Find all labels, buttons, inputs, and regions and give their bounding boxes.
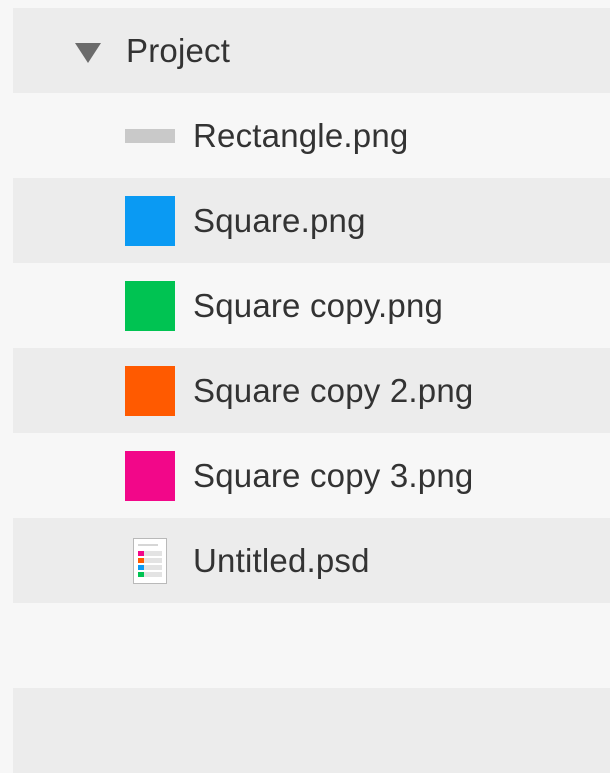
file-name: Rectangle.png [193, 116, 409, 154]
tree-row-empty [13, 688, 610, 773]
project-label: Project [126, 31, 231, 69]
psd-document-icon [125, 536, 175, 586]
file-name: Square.png [193, 201, 366, 239]
file-name: Untitled.psd [193, 541, 370, 579]
square-thumbnail-icon [125, 365, 175, 416]
file-name: Square copy 2.png [193, 371, 474, 409]
tree-row-file[interactable]: Square copy.png [13, 263, 610, 348]
file-tree: Project Rectangle.png Square.png Square … [13, 8, 610, 773]
tree-row-file[interactable]: Square copy 3.png [13, 433, 610, 518]
tree-row-file[interactable]: Square copy 2.png [13, 348, 610, 433]
file-name: Square copy.png [193, 286, 444, 324]
square-thumbnail-icon [125, 280, 175, 331]
disclosure-triangle-down-icon[interactable] [75, 42, 101, 63]
file-name: Square copy 3.png [193, 456, 474, 494]
square-thumbnail-icon [125, 195, 175, 246]
tree-row-file[interactable]: Untitled.psd [13, 518, 610, 603]
tree-row-file[interactable]: Rectangle.png [13, 93, 610, 178]
tree-row-empty [13, 603, 610, 688]
tree-row-file[interactable]: Square.png [13, 178, 610, 263]
square-thumbnail-icon [125, 450, 175, 501]
rectangle-thumbnail-icon [125, 111, 175, 161]
tree-row-project[interactable]: Project [13, 8, 610, 93]
